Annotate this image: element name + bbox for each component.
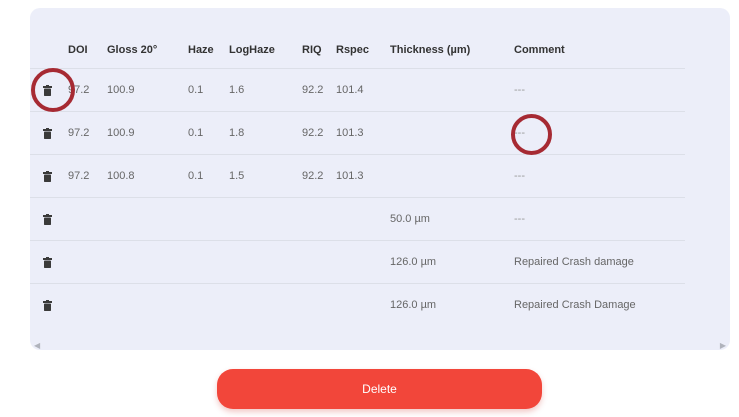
cell-comment: Repaired Crash damage	[514, 240, 685, 284]
cell-haze: 0.1	[188, 111, 229, 155]
cell-comment: ---	[514, 197, 685, 241]
cell-thickness: 126.0 µm	[390, 283, 514, 326]
cell-loghaze	[229, 240, 302, 284]
trash-icon[interactable]	[43, 213, 52, 225]
cell-haze: 0.1	[188, 68, 229, 112]
cell-haze	[188, 283, 229, 326]
cell-rspec: 101.3	[336, 111, 390, 155]
cell-thickness	[390, 68, 514, 112]
annotation-circle-trash	[31, 68, 75, 112]
cell-rspec	[336, 283, 390, 326]
cell-thickness	[390, 111, 514, 155]
cell-gloss-20: 100.9	[107, 111, 188, 155]
cell-gloss-20: 100.9	[107, 68, 188, 112]
cell-rspec: 101.4	[336, 68, 390, 112]
table-row[interactable]: 50.0 µm ---	[30, 197, 685, 241]
cell-doi	[68, 197, 107, 241]
row-delete-cell[interactable]	[30, 154, 68, 198]
column-header-riq[interactable]: RIQ	[302, 32, 336, 69]
cell-loghaze: 1.6	[229, 68, 302, 112]
chevron-right-icon[interactable]: ▶	[720, 341, 726, 350]
cell-rspec	[336, 197, 390, 241]
column-header-loghaze[interactable]: LogHaze	[229, 32, 302, 69]
column-header-comment[interactable]: Comment	[514, 32, 685, 69]
cell-doi	[68, 240, 107, 284]
cell-doi	[68, 283, 107, 326]
table-row[interactable]: 97.2 100.8 0.1 1.5 92.2 101.3 ---	[30, 154, 685, 198]
cell-gloss-20	[107, 283, 188, 326]
column-header-thickness[interactable]: Thickness (µm)	[390, 32, 514, 69]
horizontal-scrollbar[interactable]: ◀ ▶	[30, 339, 730, 350]
annotation-circle-comment	[511, 114, 552, 155]
cell-loghaze	[229, 197, 302, 241]
chevron-left-icon[interactable]: ◀	[34, 341, 40, 350]
cell-comment: ---	[514, 68, 685, 112]
trash-icon[interactable]	[43, 170, 52, 182]
cell-thickness: 50.0 µm	[390, 197, 514, 241]
delete-button[interactable]: Delete	[217, 369, 542, 409]
row-delete-cell[interactable]	[30, 283, 68, 326]
table-header-row: DOI Gloss 20° Haze LogHaze RIQ Rspec Thi…	[30, 32, 685, 69]
row-delete-cell[interactable]	[30, 111, 68, 155]
cell-doi: 97.2	[68, 154, 107, 198]
column-header-gloss-20[interactable]: Gloss 20°	[107, 32, 188, 69]
cell-riq	[302, 240, 336, 284]
cell-haze	[188, 240, 229, 284]
measurements-panel: DOI Gloss 20° Haze LogHaze RIQ Rspec Thi…	[30, 8, 730, 350]
table-row[interactable]: 97.2 100.9 0.1 1.6 92.2 101.4 ---	[30, 68, 685, 112]
cell-thickness	[390, 154, 514, 198]
cell-loghaze: 1.8	[229, 111, 302, 155]
trash-icon[interactable]	[43, 127, 52, 139]
table-row[interactable]: 97.2 100.9 0.1 1.8 92.2 101.3 ---	[30, 111, 685, 155]
cell-riq: 92.2	[302, 154, 336, 198]
cell-riq: 92.2	[302, 111, 336, 155]
cell-loghaze: 1.5	[229, 154, 302, 198]
cell-comment: ---	[514, 154, 685, 198]
table-row[interactable]: 126.0 µm Repaired Crash damage	[30, 240, 685, 284]
column-header-actions	[30, 32, 68, 69]
trash-icon[interactable]	[43, 256, 52, 268]
cell-gloss-20	[107, 240, 188, 284]
cell-riq	[302, 197, 336, 241]
column-header-doi[interactable]: DOI	[68, 32, 107, 69]
column-header-rspec[interactable]: Rspec	[336, 32, 390, 69]
cell-doi: 97.2	[68, 111, 107, 155]
cell-rspec	[336, 240, 390, 284]
table-row[interactable]: 126.0 µm Repaired Crash Damage	[30, 283, 685, 326]
column-header-haze[interactable]: Haze	[188, 32, 229, 69]
row-delete-cell[interactable]	[30, 240, 68, 284]
cell-haze	[188, 197, 229, 241]
cell-rspec: 101.3	[336, 154, 390, 198]
cell-riq	[302, 283, 336, 326]
cell-comment: Repaired Crash Damage	[514, 283, 685, 326]
measurements-table: DOI Gloss 20° Haze LogHaze RIQ Rspec Thi…	[30, 32, 685, 326]
cell-riq: 92.2	[302, 68, 336, 112]
cell-gloss-20	[107, 197, 188, 241]
row-delete-cell[interactable]	[30, 197, 68, 241]
cell-gloss-20: 100.8	[107, 154, 188, 198]
cell-thickness: 126.0 µm	[390, 240, 514, 284]
cell-haze: 0.1	[188, 154, 229, 198]
cell-loghaze	[229, 283, 302, 326]
trash-icon[interactable]	[43, 299, 52, 311]
